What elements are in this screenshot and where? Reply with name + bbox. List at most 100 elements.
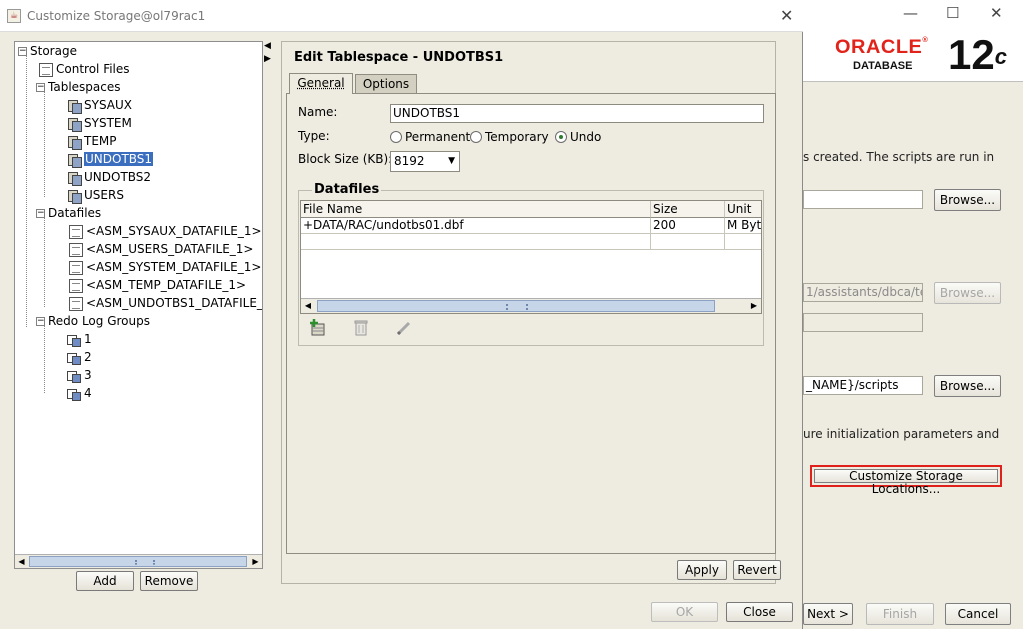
block-size-label: Block Size (KB): (298, 152, 393, 166)
tree-connector (44, 325, 45, 393)
radio-label: Temporary (485, 130, 549, 144)
tree-node-datafile[interactable]: <ASM_TEMP_DATAFILE_1> (69, 276, 246, 294)
empty-cell[interactable] (301, 234, 651, 250)
oracle-wordmark: ORACLE® (835, 37, 929, 58)
collapse-left-icon[interactable]: ◀ (264, 41, 271, 51)
type-undo-radio[interactable]: Undo (555, 130, 601, 144)
maximize-icon[interactable]: ☐ (946, 4, 959, 22)
cell-file-name[interactable]: +DATA/RAC/undotbs01.dbf (301, 218, 651, 234)
tree-node-redo-group[interactable]: 1 (67, 330, 92, 348)
revert-button[interactable]: Revert (733, 560, 781, 580)
grip-icon (135, 560, 155, 565)
scroll-right-icon[interactable]: ▶ (747, 299, 761, 313)
add-datafile-icon[interactable] (308, 318, 328, 338)
tree-node-datafile[interactable]: <ASM_UNDOTBS1_DATAFILE_1> (69, 294, 263, 312)
remove-button[interactable]: Remove (140, 571, 198, 591)
cancel-button[interactable]: Cancel (945, 603, 1011, 625)
tree-node-tablespace[interactable]: SYSTEM (67, 114, 132, 132)
delete-datafile-icon[interactable] (351, 318, 371, 338)
tab-label: General (297, 76, 345, 90)
tree-label: <ASM_UNDOTBS1_DATAFILE_1> (86, 296, 263, 310)
tree-label: USERS (84, 188, 124, 202)
column-header-size[interactable]: Size (651, 201, 725, 218)
scripts-location-field[interactable]: _NAME}/scripts (803, 376, 923, 395)
select-value: 8192 (394, 154, 425, 168)
chevron-down-icon: ▼ (448, 156, 455, 166)
collapse-icon[interactable]: − (36, 83, 45, 92)
name-label: Name: (298, 105, 338, 119)
splitter-toggle[interactable]: ◀ ▶ (264, 41, 271, 71)
scroll-left-icon[interactable]: ◀ (15, 555, 28, 568)
datafiles-heading: Datafiles (312, 182, 382, 197)
init-params-text: ure initialization parameters and (803, 427, 1000, 441)
minimize-icon[interactable]: — (903, 4, 918, 22)
version-badge: 12c (948, 31, 1007, 78)
tree-node-datafile[interactable]: <ASM_USERS_DATAFILE_1> (69, 240, 253, 258)
tree-node-tablespace[interactable]: TEMP (67, 132, 117, 150)
tree-label: Datafiles (48, 206, 102, 220)
storage-tree[interactable]: − Storage Control Files − Tablespaces SYSA… (14, 41, 263, 569)
tablespace-name-field[interactable]: UNDOTBS1 (390, 104, 764, 123)
panel-heading: Edit Tablespace - UNDOTBS1 (294, 50, 504, 65)
oracle-logo: ORACLE® DATABASE (835, 37, 945, 72)
empty-cell[interactable] (725, 234, 761, 250)
close-button[interactable]: Close (726, 602, 793, 622)
column-header-file-name[interactable]: File Name (301, 201, 651, 218)
tablespace-icon (67, 117, 82, 132)
expand-right-icon[interactable]: ▶ (264, 54, 271, 64)
next-button[interactable]: Next > (803, 603, 853, 625)
radio-label: Permanent (405, 130, 471, 144)
column-header-unit[interactable]: Unit (725, 201, 761, 218)
tree-node-datafile[interactable]: <ASM_SYSTEM_DATAFILE_1> (69, 258, 261, 276)
type-permanent-radio[interactable]: Permanent (390, 130, 470, 144)
scroll-left-icon[interactable]: ◀ (301, 299, 315, 313)
tree-label: <ASM_TEMP_DATAFILE_1> (86, 278, 247, 292)
customize-storage-locations-button[interactable]: Customize Storage Locations... (810, 465, 1002, 496)
tree-node-tablespaces[interactable]: − Tablespaces (36, 78, 121, 96)
browse-scripts-button[interactable]: Browse... (934, 375, 1001, 397)
tree-node-tablespace[interactable]: UNDOTBS2 (67, 168, 151, 186)
type-temporary-radio[interactable]: Temporary (470, 130, 549, 144)
add-button[interactable]: Add (76, 571, 134, 591)
block-size-select[interactable]: 8192 ▼ (390, 151, 460, 172)
edit-datafile-icon[interactable] (394, 318, 414, 338)
cell-unit[interactable]: M Bytes (725, 218, 761, 234)
scroll-right-icon[interactable]: ▶ (249, 555, 262, 568)
tree-node-control-files[interactable]: Control Files (39, 60, 130, 78)
tree-node-redo-group[interactable]: 4 (67, 384, 92, 402)
dialog-close-icon[interactable]: ✕ (780, 6, 793, 25)
empty-cell[interactable] (651, 234, 725, 250)
tree-label: SYSAUX (84, 98, 132, 112)
tablespace-icon (67, 135, 82, 150)
close-icon[interactable]: ✕ (990, 4, 1003, 22)
tab-options[interactable]: Options (355, 74, 417, 93)
tree-node-redo-log-groups[interactable]: − Redo Log Groups (36, 312, 150, 330)
tree-node-datafile[interactable]: <ASM_SYSAUX_DATAFILE_1> (69, 222, 262, 240)
tree-label: Control Files (56, 62, 130, 76)
collapse-icon[interactable]: − (36, 209, 45, 218)
tree-node-tablespace[interactable]: USERS (67, 186, 124, 204)
collapse-icon[interactable]: − (36, 317, 45, 326)
scrollbar-thumb[interactable] (317, 300, 715, 312)
tree-label: 4 (84, 386, 92, 400)
browse-button[interactable]: Browse... (934, 189, 1001, 211)
radio-label: Undo (570, 130, 602, 144)
tree-node-redo-group[interactable]: 3 (67, 366, 92, 384)
tree-node-tablespace[interactable]: SYSAUX (67, 96, 132, 114)
tree-node-storage[interactable]: − Storage (18, 42, 77, 60)
table-horizontal-scrollbar[interactable]: ◀ ▶ (301, 298, 761, 313)
cell-size[interactable]: 200 (651, 218, 725, 234)
scrollbar-thumb[interactable] (29, 556, 247, 567)
tab-general[interactable]: General (289, 73, 353, 94)
tree-node-tablespace-selected[interactable]: UNDOTBS1 (67, 150, 154, 168)
datafile-icon (69, 260, 83, 275)
tree-horizontal-scrollbar[interactable]: ◀ ▶ (15, 554, 262, 568)
tree-node-datafiles[interactable]: − Datafiles (36, 204, 101, 222)
apply-button[interactable]: Apply (677, 560, 727, 580)
browse-button-disabled: Browse... (934, 282, 1001, 304)
tree-node-redo-group[interactable]: 2 (67, 348, 92, 366)
tree-label: <ASM_SYSAUX_DATAFILE_1> (86, 224, 262, 238)
collapse-icon[interactable]: − (18, 47, 27, 56)
post-script-path-field[interactable] (803, 190, 923, 209)
datafiles-table[interactable]: File Name Size Unit +DATA/RAC/undotbs01.… (300, 200, 762, 314)
